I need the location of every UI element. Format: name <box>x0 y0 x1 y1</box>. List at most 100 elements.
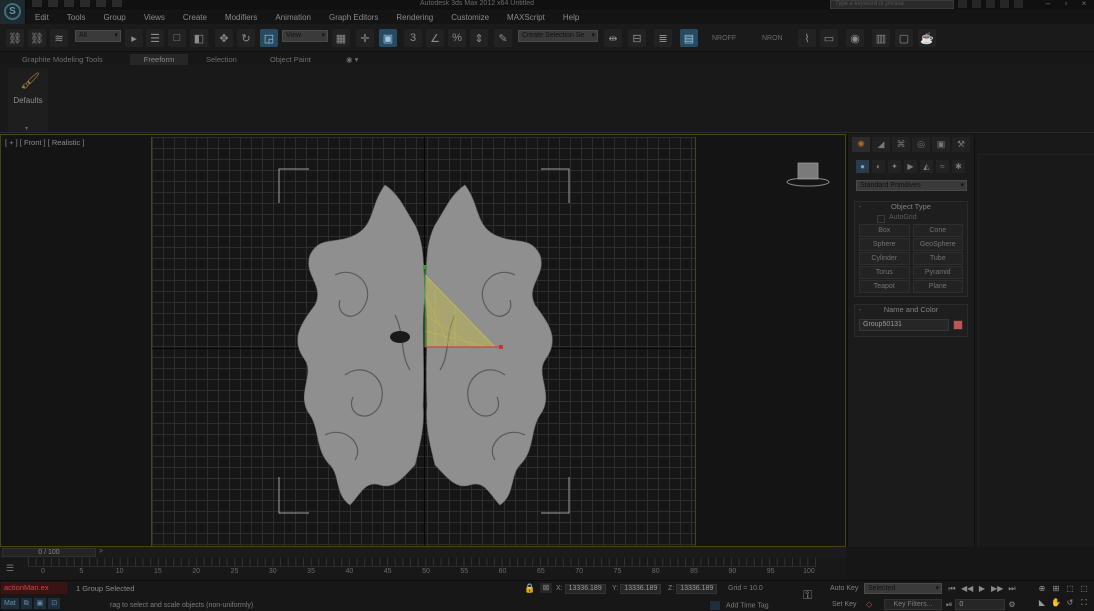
menu-help[interactable]: Help <box>554 11 588 24</box>
zoom-all-icon[interactable]: ⊞ <box>1050 583 1062 594</box>
layer-manager-icon[interactable]: ≣ <box>654 29 672 47</box>
search-icon[interactable] <box>958 0 967 8</box>
angle-snap-icon[interactable]: ∠ <box>426 29 444 47</box>
isolate-icon[interactable]: ⧉ <box>20 598 32 609</box>
bind-space-warp-icon[interactable]: ≋ <box>50 29 68 47</box>
time-slider-next-icon[interactable]: > <box>99 548 103 555</box>
edit-named-selection-icon[interactable]: ✎ <box>494 29 512 47</box>
lights-icon[interactable]: ✦ <box>888 160 901 173</box>
ornament-model[interactable] <box>275 165 575 515</box>
key-selection-dropdown[interactable]: Selected <box>864 583 942 594</box>
new-file-icon[interactable] <box>32 0 42 7</box>
key-icon[interactable]: ⚿ <box>803 588 812 603</box>
menu-animation[interactable]: Animation <box>266 11 320 24</box>
reference-coordinate-dropdown[interactable]: View <box>282 30 328 42</box>
application-menu-button[interactable]: S <box>0 0 26 24</box>
home-grid[interactable] <box>151 137 696 546</box>
modify-tab-icon[interactable]: ◢ <box>872 137 890 152</box>
autogrid-checkbox[interactable]: AutoGrid <box>855 212 967 224</box>
absolute-mode-icon[interactable]: ⊠ <box>540 583 552 593</box>
zoom-icon[interactable]: ⊕ <box>1036 583 1048 594</box>
shapes-icon[interactable]: ◐ <box>872 160 885 173</box>
graphite-toggle-icon[interactable]: ▤ <box>680 29 698 47</box>
menu-customize[interactable]: Customize <box>442 11 498 24</box>
x-coordinate-field[interactable]: 13336.189 <box>564 584 606 594</box>
maximize-viewport-icon[interactable]: ⛶ <box>1078 597 1090 608</box>
keyboard-shortcut-override-icon[interactable]: ▣ <box>379 29 397 47</box>
go-to-start-icon[interactable]: ⏮ <box>946 583 958 594</box>
minimize-icon[interactable]: – <box>1042 0 1054 8</box>
menu-modifiers[interactable]: Modifiers <box>216 11 266 24</box>
select-object-icon[interactable]: ▸ <box>125 29 143 47</box>
display-tab-icon[interactable]: ▣ <box>932 137 950 152</box>
geometry-icon[interactable]: ● <box>856 160 869 173</box>
window-icon[interactable]: ⊡ <box>48 598 61 609</box>
nron-button[interactable]: NRON <box>762 35 783 42</box>
selection-lock-icon[interactable]: 🔒 <box>524 583 535 594</box>
named-selection-dropdown[interactable]: Create Selection Se <box>518 30 598 42</box>
menu-tools[interactable]: Tools <box>58 11 95 24</box>
torus-button[interactable]: Torus <box>859 266 910 279</box>
field-of-view-icon[interactable]: ◣ <box>1036 597 1048 608</box>
auto-key-button[interactable]: Auto Key <box>830 585 858 592</box>
orbit-icon[interactable]: ↺ <box>1064 597 1076 608</box>
time-slider-thumb[interactable]: 0 / 100 <box>2 548 96 557</box>
menu-views[interactable]: Views <box>135 11 174 24</box>
material-editor-icon[interactable]: ◉ <box>846 29 864 47</box>
select-and-manipulate-icon[interactable]: ✛ <box>356 29 374 47</box>
utilities-tab-icon[interactable]: ⚒ <box>952 137 970 152</box>
time-slider[interactable]: 0 / 100 > <box>0 547 846 558</box>
chevron-down-icon[interactable]: ▾ <box>25 125 28 132</box>
object-name-input[interactable]: Group50131 <box>859 319 949 331</box>
viewcube[interactable] <box>786 160 830 192</box>
render-setup-icon[interactable]: ▥ <box>872 29 890 47</box>
tab-object-paint[interactable]: Object Paint <box>262 54 319 65</box>
teapot-button[interactable]: Teapot <box>859 280 910 293</box>
space-warps-icon[interactable]: ≈ <box>936 160 949 173</box>
go-to-end-icon[interactable]: ⏭ <box>1006 583 1018 594</box>
play-icon[interactable]: ▶ <box>976 583 988 594</box>
save-icon[interactable] <box>64 0 74 7</box>
render-production-icon[interactable]: ☕ <box>918 29 936 47</box>
sphere-button[interactable]: Sphere <box>859 238 910 251</box>
selection-lock-mini-icon[interactable]: ▣ <box>33 598 47 609</box>
help-search-input[interactable]: Type a keyword or phrase <box>830 0 954 9</box>
select-and-move-icon[interactable]: ✥ <box>215 29 233 47</box>
rendered-frame-window-icon[interactable]: ▢ <box>895 29 913 47</box>
next-frame-icon[interactable]: ▶▶ <box>991 583 1003 594</box>
snaps-toggle-icon[interactable]: 3 <box>404 29 422 47</box>
menu-maxscript[interactable]: MAXScript <box>498 11 554 24</box>
schematic-view-icon[interactable]: ▭ <box>820 29 838 47</box>
percent-snap-icon[interactable]: % <box>448 29 466 47</box>
undo-icon[interactable] <box>80 0 90 7</box>
pan-icon[interactable]: ✋ <box>1050 597 1062 608</box>
cameras-icon[interactable]: ▶ <box>904 160 917 173</box>
box-button[interactable]: Box <box>859 224 910 237</box>
name-and-color-header[interactable]: - Name and Color <box>855 305 967 315</box>
systems-icon[interactable]: ✱ <box>952 160 965 173</box>
tube-button[interactable]: Tube <box>912 252 963 265</box>
zoom-extents-all-icon[interactable]: ⬚ <box>1078 583 1090 594</box>
select-and-link-icon[interactable]: ⛓ <box>6 29 24 47</box>
nroff-button[interactable]: NROFF <box>712 35 736 42</box>
project-folder-icon[interactable] <box>112 0 122 7</box>
redo-icon[interactable] <box>96 0 106 7</box>
select-by-name-icon[interactable]: ☰ <box>146 29 164 47</box>
menu-rendering[interactable]: Rendering <box>387 11 442 24</box>
spinner-snap-icon[interactable]: ⇕ <box>470 29 488 47</box>
key-filters-button[interactable]: Key Filters... <box>884 599 942 610</box>
hierarchy-tab-icon[interactable]: ⌘ <box>892 137 910 152</box>
geosphere-button[interactable]: GeoSphere <box>912 238 963 251</box>
maximize-icon[interactable]: ▫ <box>1060 0 1072 8</box>
select-and-scale-icon[interactable]: ◲ <box>260 29 278 47</box>
tab-selection[interactable]: Selection <box>198 54 245 65</box>
previous-frame-icon[interactable]: ◀◀ <box>961 583 973 594</box>
tab-freeform[interactable]: Freeform <box>130 54 188 65</box>
pivot-center-icon[interactable]: ▦ <box>332 29 350 47</box>
favorites-icon[interactable] <box>1000 0 1009 8</box>
zoom-extents-icon[interactable]: ⬚ <box>1064 583 1076 594</box>
cone-button[interactable]: Cone <box>912 224 963 237</box>
mirror-icon[interactable]: ⇹ <box>604 29 622 47</box>
key-mode-toggle-icon[interactable]: ⏯ <box>946 600 952 610</box>
track-bar[interactable]: ☰ 0 5 10 15 20 25 30 35 40 45 50 55 60 65 70 75 80 85 90 95… <box>0 558 846 580</box>
